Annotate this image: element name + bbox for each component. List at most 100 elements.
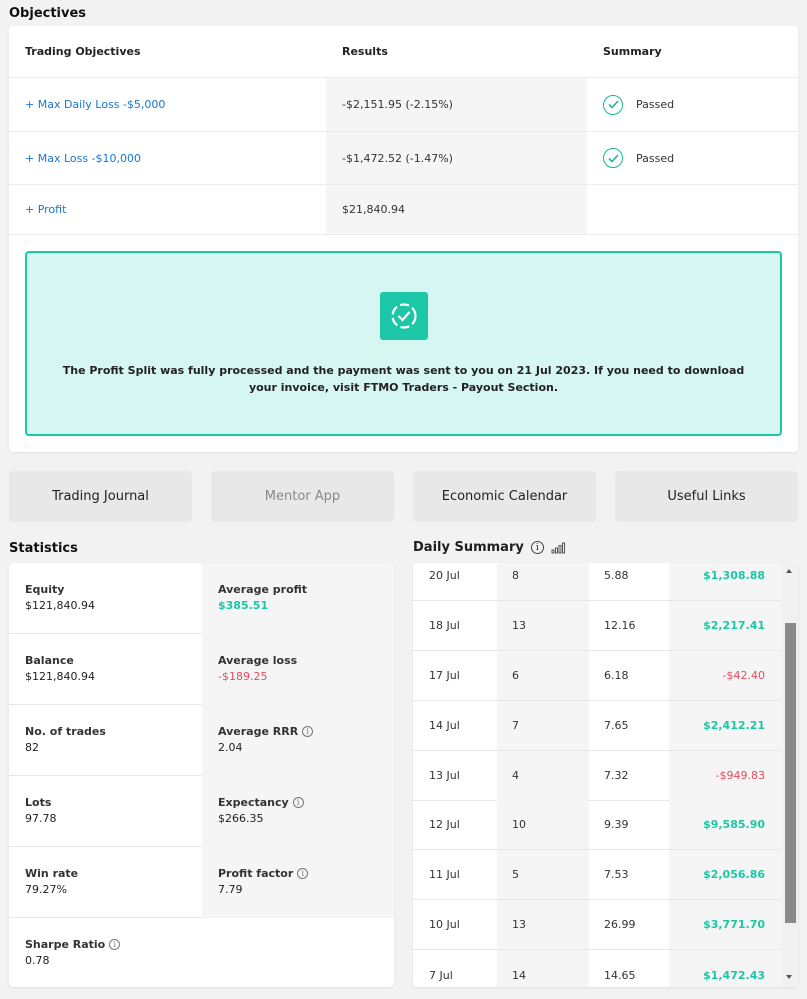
stat-label-balance: Balance	[25, 654, 74, 667]
stat-value-win-rate: 79.27%	[25, 883, 67, 896]
stat-label-equity: Equity	[25, 583, 65, 596]
stat-row: No. of trades 82 Average RRR i 2.04	[9, 705, 394, 776]
table-row: 10 Jul 13 26.99 $3,771.70	[413, 900, 781, 950]
info-icon[interactable]: i	[297, 868, 309, 879]
useful-links-button[interactable]: Useful Links	[615, 471, 798, 522]
objective-result: -$2,151.95 (-2.15%)	[326, 78, 587, 131]
day-date: 17 Jul	[429, 669, 460, 682]
scroll-thumb[interactable]	[785, 623, 796, 923]
info-icon[interactable]: i	[109, 939, 121, 950]
table-row: 7 Jul 14 14.65 $1,472.43	[413, 950, 781, 987]
day-trades: 4	[497, 751, 589, 800]
day-result: -$42.40	[669, 651, 781, 700]
day-result: $1,308.88	[669, 563, 781, 600]
header-results: Results	[326, 26, 587, 77]
objectives-card: Trading Objectives Results Summary + Max…	[9, 26, 798, 452]
scroll-up-arrow-icon[interactable]	[786, 569, 792, 573]
stat-value-equity: $121,840.94	[25, 599, 95, 612]
daily-summary-title: Daily Summary	[413, 540, 524, 555]
day-result: $2,217.41	[669, 601, 781, 650]
objective-row-max-loss: + Max Loss -$10,000 -$1,472.52 (-1.47%) …	[9, 132, 798, 185]
day-result: $3,771.70	[669, 900, 781, 949]
day-lots: 12.16	[604, 619, 636, 632]
objective-status: Passed	[636, 98, 675, 111]
max-loss-link[interactable]: + Max Loss -$10,000	[25, 152, 141, 165]
stat-label-sharpe-ratio: Sharpe Ratio	[25, 938, 106, 951]
day-trades: 10	[497, 800, 589, 849]
day-trades: 7	[497, 701, 589, 750]
stat-label-average-profit: Average profit	[218, 583, 308, 596]
stat-label-expectancy: Expectancy	[218, 796, 289, 809]
day-date: 10 Jul	[429, 918, 460, 931]
day-result: $2,412.21	[669, 701, 781, 750]
stat-value-expectancy: $266.35	[218, 812, 264, 825]
info-icon[interactable]: i	[530, 541, 544, 554]
day-lots: 26.99	[604, 918, 636, 931]
max-daily-loss-link[interactable]: + Max Daily Loss -$5,000	[25, 98, 165, 111]
objective-row-profit: + Profit $21,840.94	[9, 185, 798, 235]
table-row: 12 Jul 10 9.39 $9,585.90	[413, 800, 781, 850]
day-result: $9,585.90	[669, 800, 781, 849]
mentor-app-button[interactable]: Mentor App	[211, 471, 394, 522]
check-circle-icon	[603, 94, 623, 115]
objective-result: $21,840.94	[326, 185, 587, 234]
day-result: $2,056.86	[669, 850, 781, 899]
stat-row: Win rate 79.27% Profit factor i 7.79	[9, 847, 394, 918]
header-summary: Summary	[587, 26, 798, 77]
stat-value-average-loss: -$189.25	[218, 670, 268, 683]
day-date: 20 Jul	[429, 569, 460, 582]
header-trading-objectives: Trading Objectives	[9, 26, 326, 77]
statistics-title: Statistics	[9, 541, 78, 556]
trading-journal-button[interactable]: Trading Journal	[9, 471, 192, 522]
check-circle-icon	[603, 148, 623, 168]
day-trades: 5	[497, 850, 589, 899]
objective-row-max-daily-loss: + Max Daily Loss -$5,000 -$2,151.95 (-2.…	[9, 78, 798, 132]
profit-link[interactable]: + Profit	[25, 203, 66, 216]
daily-summary-scrollbar[interactable]	[781, 563, 798, 987]
day-result: -$949.83	[669, 751, 781, 800]
objectives-title: Objectives	[9, 6, 87, 21]
day-date: 13 Jul	[429, 769, 460, 782]
day-lots: 9.39	[604, 818, 629, 831]
daily-summary-header: Daily Summary i	[413, 540, 565, 555]
stat-row: Sharpe Ratio i 0.78	[9, 918, 394, 987]
stat-label-trades: No. of trades	[25, 725, 106, 738]
stat-label-average-loss: Average loss	[218, 654, 298, 667]
table-row: 14 Jul 7 7.65 $2,412.21	[413, 701, 781, 751]
day-date: 7 Jul	[429, 968, 453, 982]
dashed-check-circle-icon	[380, 292, 428, 340]
scroll-down-arrow-icon[interactable]	[786, 975, 792, 979]
objectives-header-row: Trading Objectives Results Summary	[9, 26, 798, 78]
info-icon[interactable]: i	[302, 726, 314, 737]
economic-calendar-button[interactable]: Economic Calendar	[413, 471, 596, 522]
stat-row: Balance $121,840.94 Average loss -$189.2…	[9, 634, 394, 705]
day-lots: 7.32	[604, 769, 629, 782]
day-lots: 5.88	[604, 569, 629, 582]
day-date: 18 Jul	[429, 619, 460, 632]
stat-value-balance: $121,840.94	[25, 670, 95, 683]
daily-summary-table: 20 Jul 8 5.88 $1,308.88 18 Jul 13 12.16 …	[413, 563, 798, 987]
stat-value-average-rrr: 2.04	[218, 741, 243, 754]
table-row: 18 Jul 13 12.16 $2,217.41	[413, 601, 781, 651]
bar-chart-icon[interactable]	[551, 542, 565, 554]
payout-banner: The Profit Split was fully processed and…	[25, 251, 782, 436]
day-trades: 13	[497, 900, 589, 949]
stat-label-profit-factor: Profit factor	[218, 867, 294, 880]
day-result: $1,472.43	[669, 950, 781, 987]
stat-label-win-rate: Win rate	[25, 867, 79, 880]
day-trades: 6	[497, 651, 589, 700]
stat-row: Lots 97.78 Expectancy i $266.35	[9, 776, 394, 847]
info-icon[interactable]: i	[292, 797, 304, 808]
table-row: 13 Jul 4 7.32 -$949.83	[413, 751, 781, 801]
stat-label-lots: Lots	[25, 796, 52, 809]
table-row: 11 Jul 5 7.53 $2,056.86	[413, 850, 781, 900]
objective-result: -$1,472.52 (-1.47%)	[326, 132, 587, 184]
payout-banner-text: The Profit Split was fully processed and…	[62, 364, 745, 394]
table-row: 20 Jul 8 5.88 $1,308.88	[413, 563, 781, 601]
objective-status	[587, 185, 798, 234]
day-date: 12 Jul	[429, 818, 460, 831]
stat-label-average-rrr: Average RRR	[218, 725, 299, 738]
statistics-card: Equity $121,840.94 Average profit $385.5…	[9, 563, 394, 987]
day-date: 11 Jul	[429, 868, 460, 881]
day-lots: 7.53	[604, 868, 629, 881]
